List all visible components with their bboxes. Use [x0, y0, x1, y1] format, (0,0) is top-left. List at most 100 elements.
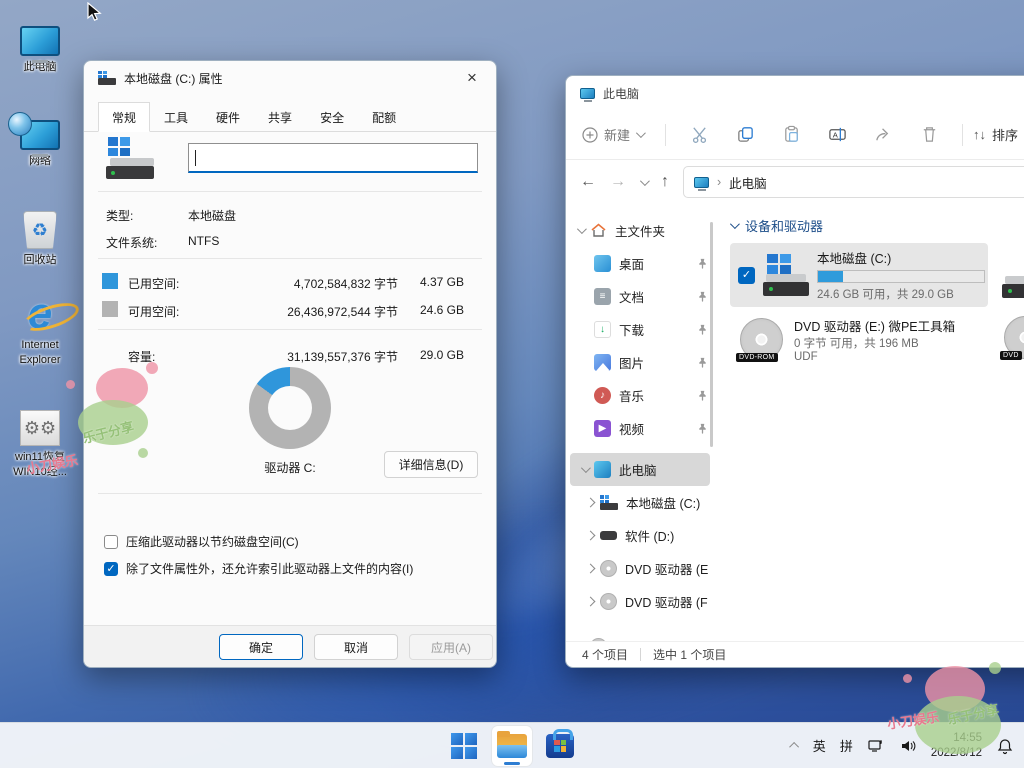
- selected-count: 选中 1 个项目: [653, 646, 726, 663]
- notification-bell-icon[interactable]: [996, 737, 1014, 755]
- sidebar-item-label: 桌面: [619, 254, 697, 273]
- tray-chevron-up-icon[interactable]: [789, 742, 799, 752]
- explorer-tab-title: 此电脑: [603, 85, 639, 102]
- speaker-icon[interactable]: [899, 737, 917, 755]
- breadcrumb-this-pc[interactable]: 此电脑: [729, 173, 767, 192]
- network-icon: [20, 120, 60, 150]
- start-button[interactable]: [444, 726, 484, 766]
- tab-general[interactable]: 常规: [98, 102, 150, 132]
- ime-english-indicator[interactable]: 英: [813, 736, 826, 755]
- this-pc-icon: [580, 88, 595, 99]
- text-caret: [195, 150, 196, 166]
- dvd-icon: [590, 638, 607, 641]
- chevron-right-icon: [585, 498, 595, 508]
- sidebar-item-music[interactable]: ♪ 音乐: [566, 379, 714, 412]
- globe-icon: [8, 112, 32, 136]
- desktop-icon-win11-restore[interactable]: ⚙⚙ win11恢复 WIN10经...: [4, 400, 76, 480]
- desktop-icon-this-pc[interactable]: 此电脑: [4, 10, 76, 75]
- compress-checkbox[interactable]: [104, 535, 118, 549]
- compress-checkbox-row[interactable]: 压缩此驱动器以节约磁盘空间(C): [104, 533, 299, 550]
- index-checkbox-row[interactable]: ✓ 除了文件属性外，还允许索引此驱动器上文件的内容(I): [104, 560, 413, 577]
- this-pc-icon: [694, 177, 709, 188]
- sidebar-item-dvd-e[interactable]: DVD 驱动器 (E:): [566, 552, 714, 585]
- paste-icon: [782, 125, 801, 144]
- up-button[interactable]: ↑: [661, 173, 669, 191]
- desktop-icon-internet-explorer[interactable]: e Internet Explorer: [4, 288, 76, 368]
- svg-text:A: A: [832, 130, 838, 139]
- sidebar-item-drive-d[interactable]: 软件 (D:): [566, 519, 714, 552]
- partial-drive-icon: [1002, 256, 1024, 298]
- capacity-label: 容量:: [128, 348, 155, 365]
- sidebar-item-label: 此电脑: [619, 460, 708, 479]
- delete-button[interactable]: [906, 125, 952, 144]
- sidebar-item-home[interactable]: 主文件夹: [566, 214, 714, 247]
- recent-locations-chevron[interactable]: [640, 176, 650, 186]
- volume-label-input[interactable]: [188, 143, 478, 173]
- tab-hardware[interactable]: 硬件: [202, 102, 254, 132]
- sort-button[interactable]: ↑↓ 排序: [973, 125, 1018, 144]
- ok-button[interactable]: 确定: [219, 634, 303, 660]
- pin-icon: [697, 390, 708, 401]
- divider: [98, 191, 482, 192]
- sidebar-item-videos[interactable]: ▶ 视频: [566, 412, 714, 445]
- ime-pinyin-indicator[interactable]: 拼: [840, 736, 853, 755]
- tab-quota[interactable]: 配额: [358, 102, 410, 132]
- cut-button[interactable]: [676, 125, 722, 144]
- apply-button[interactable]: 应用(A): [409, 634, 493, 660]
- dialog-footer: 确定 取消 应用(A): [84, 625, 496, 667]
- sidebar-item-label: DVD 驱动器 (F:): [625, 592, 708, 611]
- taskbar-microsoft-store[interactable]: [540, 726, 580, 766]
- details-button[interactable]: 详细信息(D): [384, 451, 478, 478]
- desktop-icon-recycle-bin[interactable]: ♻ 回收站: [4, 203, 76, 268]
- sidebar-item-local-disk-c[interactable]: 本地磁盘 (C:): [566, 486, 714, 519]
- type-value: 本地磁盘: [188, 207, 236, 224]
- windows-logo-icon: [451, 733, 477, 759]
- share-button[interactable]: [860, 125, 906, 144]
- chevron-down-icon: [730, 219, 740, 229]
- toolbar-separator: [665, 124, 666, 146]
- sidebar-item-label: 下载: [619, 320, 697, 339]
- sidebar-item-pictures[interactable]: 图片: [566, 346, 714, 379]
- drive-tile-local-disk-c[interactable]: ✓ 本地磁盘 (C:) 24.6 GB 可用，共 29.0 GB: [730, 243, 988, 307]
- sidebar-item-dvd-partial[interactable]: DVD 驱动器 (F:): [566, 630, 714, 641]
- copy-button[interactable]: [722, 125, 768, 144]
- forward-button[interactable]: →: [610, 173, 626, 191]
- sidebar-item-downloads[interactable]: ↓ 下载: [566, 313, 714, 346]
- taskbar-file-explorer[interactable]: [492, 726, 532, 766]
- divider: [98, 329, 482, 330]
- index-checkbox[interactable]: ✓: [104, 562, 118, 576]
- close-icon[interactable]: ×: [450, 63, 494, 93]
- chevron-right-icon: [585, 531, 595, 541]
- chevron-right-icon: [585, 564, 595, 574]
- clock[interactable]: 14:55 2022/8/12: [931, 731, 982, 761]
- sidebar-item-dvd-f[interactable]: DVD 驱动器 (F:): [566, 585, 714, 618]
- back-button[interactable]: ←: [580, 173, 596, 191]
- used-space-size: 4.37 GB: [404, 275, 464, 289]
- cancel-button[interactable]: 取消: [314, 634, 398, 660]
- pin-icon: [697, 258, 708, 269]
- rename-button[interactable]: A: [814, 125, 860, 144]
- usage-donut: [249, 367, 331, 449]
- sidebar-item-documents[interactable]: ≡ 文档: [566, 280, 714, 313]
- sidebar-item-label: DVD 驱动器 (F:): [615, 637, 708, 641]
- network-icon[interactable]: [867, 737, 885, 755]
- tab-sharing[interactable]: 共享: [254, 102, 306, 132]
- sidebar-item-label: 图片: [619, 353, 697, 372]
- dialog-titlebar[interactable]: 本地磁盘 (C:) 属性 ×: [84, 61, 496, 95]
- tab-tools[interactable]: 工具: [150, 102, 202, 132]
- drive-tile-dvd-e[interactable]: DVD-ROM DVD 驱动器 (E:) 微PE工具箱 0 字节 可用，共 19…: [730, 311, 988, 368]
- sidebar-item-desktop[interactable]: 桌面: [566, 247, 714, 280]
- tab-security[interactable]: 安全: [306, 102, 358, 132]
- file-explorer-icon: [497, 734, 527, 758]
- paste-button[interactable]: [768, 125, 814, 144]
- section-header-devices[interactable]: 设备和驱动器: [730, 216, 1024, 235]
- new-button[interactable]: 新建: [582, 125, 643, 144]
- explorer-titlebar[interactable]: 此电脑: [566, 76, 1024, 110]
- desktop-icon-network[interactable]: 网络: [4, 104, 76, 169]
- sidebar-item-this-pc[interactable]: 此电脑: [570, 453, 710, 486]
- selection-checkbox[interactable]: ✓: [738, 267, 755, 284]
- address-box[interactable]: › 此电脑: [683, 166, 1024, 198]
- pictures-folder-icon: [594, 354, 611, 371]
- sidebar-scrollbar[interactable]: [710, 222, 713, 447]
- pin-icon: [697, 357, 708, 368]
